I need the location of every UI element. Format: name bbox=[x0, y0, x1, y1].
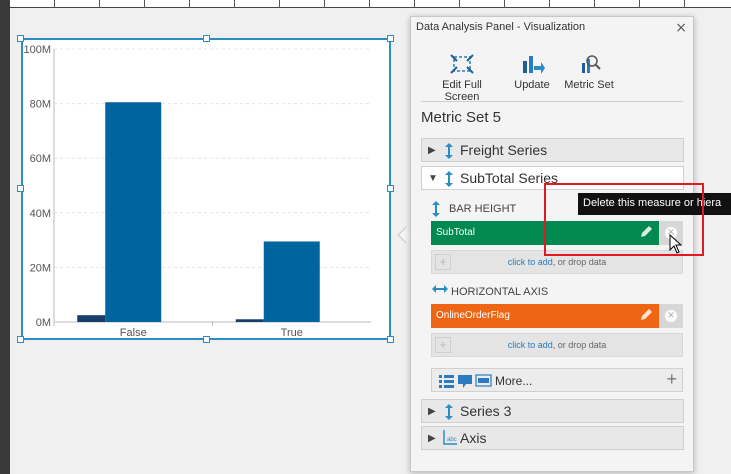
y-tick-label: 100M bbox=[23, 44, 51, 56]
metric-set-button[interactable]: Metric Set bbox=[561, 53, 617, 91]
close-icon[interactable]: × bbox=[675, 20, 687, 36]
horizontal-axis-icon bbox=[432, 285, 448, 293]
bar[interactable] bbox=[235, 319, 264, 322]
delete-icon: ✕ bbox=[665, 310, 677, 322]
bar[interactable] bbox=[105, 102, 162, 322]
update-label: Update bbox=[514, 79, 550, 91]
panel-title: Data Analysis Panel - Visualization bbox=[416, 21, 586, 33]
y-tick-label: 20M bbox=[30, 262, 51, 274]
series-3[interactable]: ▶ Series 3 bbox=[421, 399, 684, 423]
vertical-axis-icon bbox=[445, 171, 453, 187]
drop-zone-text: click to add, or drop data bbox=[432, 257, 682, 267]
edit-full-screen-label: Edit Full Screen bbox=[442, 79, 482, 103]
expand-arrow-icon[interactable]: ▶ bbox=[428, 406, 436, 417]
x-tick-label: False bbox=[120, 327, 147, 338]
y-tick-label: 0M bbox=[36, 317, 51, 329]
left-edge-strip bbox=[0, 0, 10, 474]
bar[interactable] bbox=[77, 315, 106, 322]
more-label: More... bbox=[495, 374, 533, 388]
drop-hint: , or drop data bbox=[552, 340, 607, 350]
pencil-icon[interactable] bbox=[639, 307, 653, 323]
bar-chart: 0M 20M 40M 60M 80M 100M False True bbox=[23, 44, 371, 338]
resize-handle-bottom-left[interactable] bbox=[17, 336, 24, 343]
toolbar-divider bbox=[421, 101, 683, 102]
click-to-add-link[interactable]: click to add bbox=[508, 257, 553, 267]
vertical-axis-icon bbox=[445, 404, 453, 420]
update-button[interactable]: Update bbox=[510, 53, 554, 91]
expand-arrow-icon[interactable]: ▶ bbox=[428, 433, 436, 444]
edit-full-screen-button[interactable]: Edit Full Screen bbox=[424, 53, 500, 103]
resize-handle-bottom[interactable] bbox=[203, 336, 210, 343]
series-freight-label: Freight Series bbox=[460, 142, 548, 158]
bar-chart-widget[interactable]: 0M 20M 40M 60M 80M 100M False True bbox=[21, 38, 391, 340]
vertical-axis-icon bbox=[445, 143, 453, 159]
y-tick-label: 80M bbox=[30, 99, 51, 111]
series-3-label: Series 3 bbox=[460, 403, 512, 419]
resize-handle-right[interactable] bbox=[387, 185, 394, 192]
collapse-arrow-icon[interactable]: ▼ bbox=[428, 173, 438, 184]
expand-arrow-icon[interactable]: ▶ bbox=[428, 145, 436, 156]
delete-hierarchy-button[interactable]: ✕ bbox=[659, 304, 683, 328]
axis-icon: abc bbox=[443, 430, 457, 445]
drop-zone-text: click to add, or drop data bbox=[432, 340, 682, 350]
resize-handle-left[interactable] bbox=[17, 185, 24, 192]
resize-handle-top[interactable] bbox=[203, 35, 210, 42]
y-tick-label: 40M bbox=[30, 208, 51, 220]
drop-hint: , or drop data bbox=[552, 257, 607, 267]
online-order-flag-pill[interactable]: OnlineOrderFlag ✕ bbox=[431, 304, 683, 328]
axis-section[interactable]: ▶ abc Axis bbox=[421, 426, 684, 450]
metric-set-label: Metric Set bbox=[564, 79, 614, 91]
resize-handle-top-right[interactable] bbox=[387, 35, 394, 42]
more-options-icons bbox=[439, 374, 492, 388]
resize-handle-bottom-right[interactable] bbox=[387, 336, 394, 343]
x-tick-label: True bbox=[281, 327, 303, 338]
horizontal-axis-label: HORIZONTAL AXIS bbox=[451, 286, 549, 298]
edit-full-screen-icon bbox=[450, 54, 474, 74]
bar-height-icon bbox=[432, 201, 440, 217]
metric-set-title: Metric Set 5 bbox=[421, 109, 502, 126]
mouse-cursor-icon bbox=[669, 234, 683, 254]
update-icon bbox=[523, 56, 545, 74]
click-to-add-link[interactable]: click to add bbox=[508, 340, 553, 350]
resize-handle-top-left[interactable] bbox=[17, 35, 24, 42]
online-order-flag-label[interactable]: OnlineOrderFlag bbox=[431, 304, 659, 328]
add-icon[interactable]: + bbox=[666, 369, 677, 390]
bar[interactable] bbox=[263, 241, 320, 322]
horizontal-axis-drop-zone[interactable]: + click to add, or drop data bbox=[431, 333, 683, 357]
top-ruler bbox=[10, 0, 731, 8]
more-options-row[interactable]: More... + bbox=[431, 368, 683, 392]
metric-set-icon bbox=[582, 55, 601, 73]
axis-label: Axis bbox=[460, 430, 487, 446]
y-tick-label: 60M bbox=[30, 153, 51, 165]
series-freight[interactable]: ▶ Freight Series bbox=[421, 138, 684, 162]
svg-text:abc: abc bbox=[447, 437, 457, 443]
bar-height-label: BAR HEIGHT bbox=[449, 203, 517, 215]
